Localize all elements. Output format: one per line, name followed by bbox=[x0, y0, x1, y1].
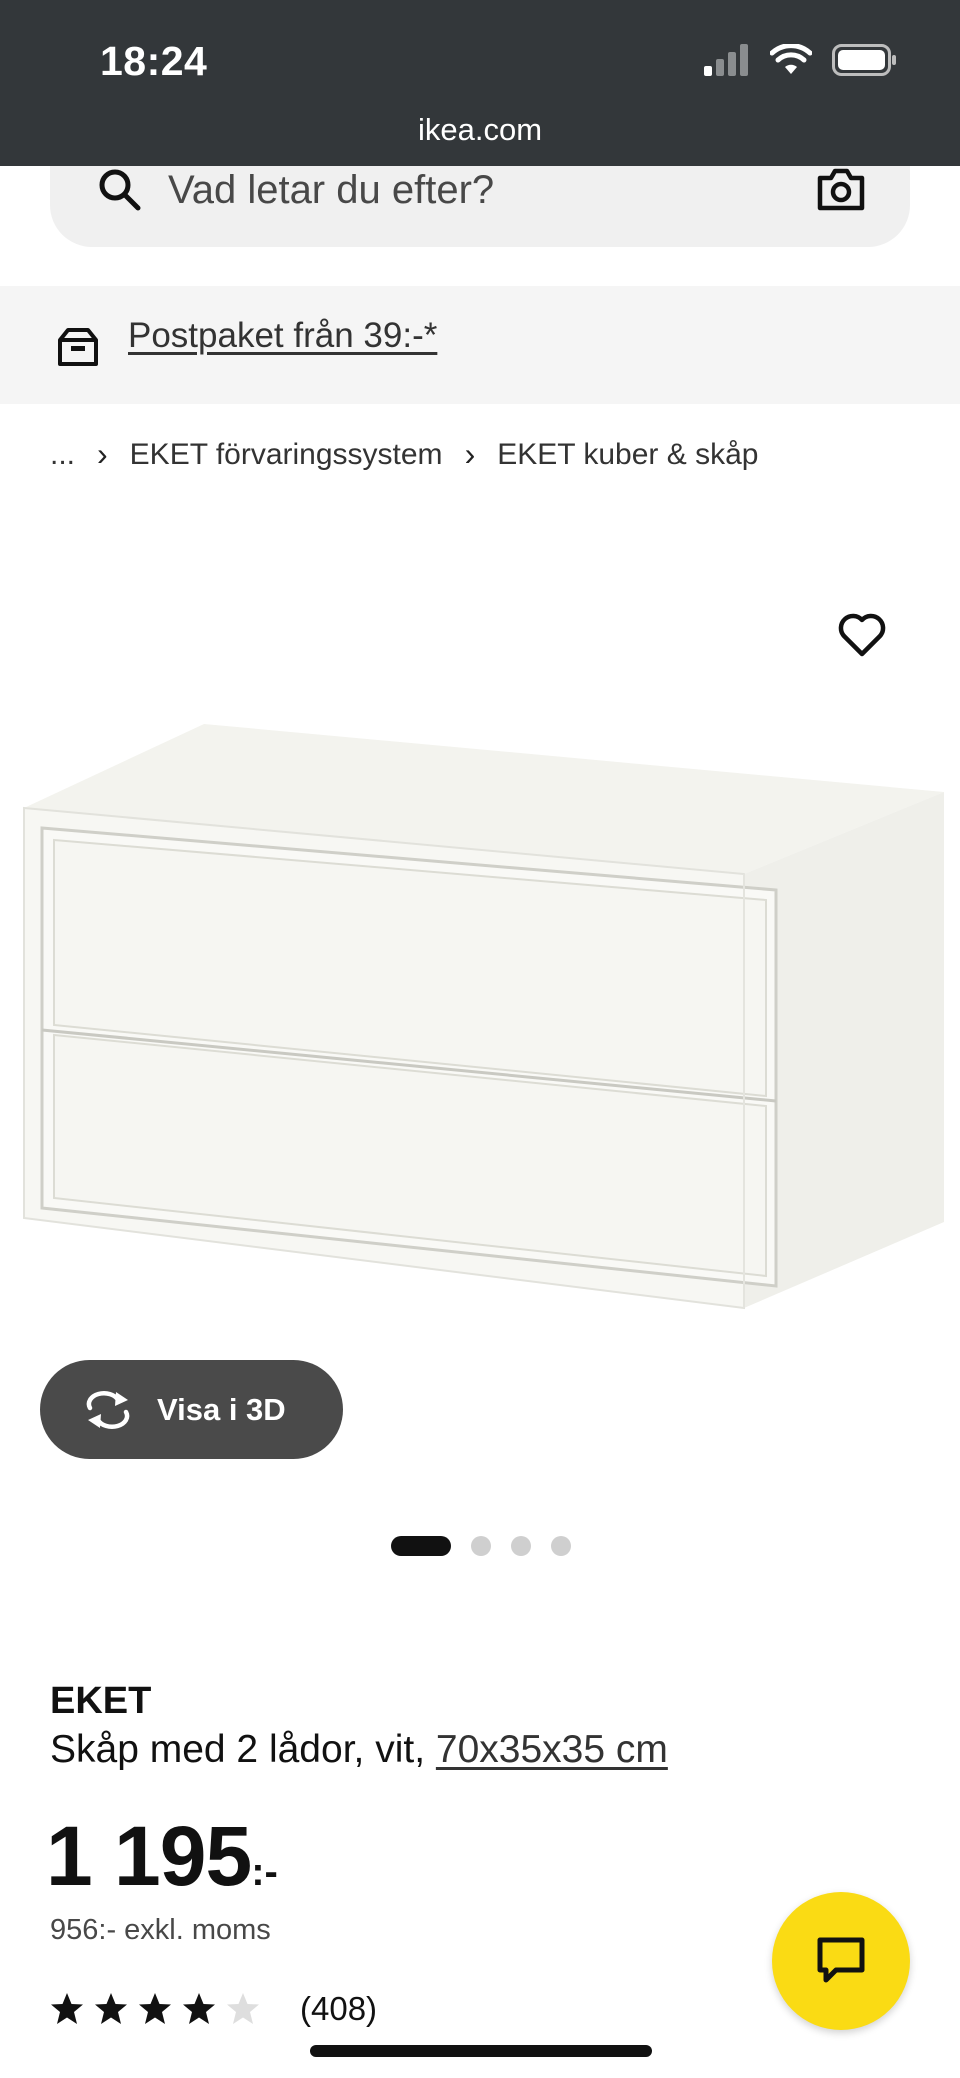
rotate-3d-icon bbox=[86, 1391, 130, 1429]
carousel-dot[interactable] bbox=[511, 1536, 531, 1556]
breadcrumb-item-eket-cubes[interactable]: EKET kuber & skåp bbox=[497, 438, 758, 472]
star-empty-icon bbox=[227, 1993, 259, 2024]
status-time: 18:24 bbox=[100, 38, 208, 84]
battery-icon bbox=[832, 44, 896, 76]
carousel-indicator bbox=[391, 1536, 571, 1556]
chat-icon bbox=[817, 1937, 865, 1983]
carousel-dot[interactable] bbox=[551, 1536, 571, 1556]
breadcrumb-item-eket-storage[interactable]: EKET förvaringssystem bbox=[130, 438, 443, 472]
search-icon[interactable] bbox=[96, 166, 142, 212]
price-suffix: :- bbox=[251, 1850, 278, 1894]
search-input[interactable]: Vad letar du efter? bbox=[168, 166, 494, 214]
chevron-right-icon: › bbox=[464, 436, 476, 472]
home-indicator[interactable] bbox=[310, 2045, 652, 2057]
product-image[interactable] bbox=[14, 700, 954, 1340]
review-count[interactable]: (408) bbox=[300, 1990, 377, 2028]
star-icon bbox=[183, 1993, 215, 2024]
product-name: EKET bbox=[50, 1680, 152, 1722]
url-bar[interactable]: ikea.com bbox=[0, 112, 960, 148]
star-icon bbox=[95, 1993, 127, 2024]
search-bar[interactable]: Vad letar du efter? bbox=[50, 166, 910, 247]
product-dimensions-link[interactable]: 70x35x35 cm bbox=[436, 1728, 668, 1771]
chat-button[interactable] bbox=[772, 1892, 910, 2030]
heart-icon[interactable] bbox=[838, 612, 886, 658]
star-icon bbox=[139, 1993, 171, 2024]
signal-icon bbox=[704, 44, 748, 76]
promo-link[interactable]: Postpaket från 39:-* bbox=[128, 316, 437, 356]
view-3d-label: Visa i 3D bbox=[157, 1392, 286, 1427]
star-icon bbox=[51, 1993, 83, 2024]
carousel-dot-active[interactable] bbox=[391, 1536, 451, 1556]
product-rating[interactable]: (408) bbox=[50, 1990, 377, 2028]
carousel-dot[interactable] bbox=[471, 1536, 491, 1556]
breadcrumb: ... › EKET förvaringssystem › EKET kuber… bbox=[50, 436, 758, 473]
breadcrumb-ellipsis[interactable]: ... bbox=[50, 438, 75, 472]
product-price: 1 195:- bbox=[46, 1808, 278, 1905]
product-description: Skåp med 2 lådor, vit, 70x35x35 cm bbox=[50, 1728, 668, 1772]
price-excl-vat: 956:- exkl. moms bbox=[50, 1914, 271, 1946]
camera-icon[interactable] bbox=[816, 166, 866, 212]
delivery-box-icon bbox=[58, 328, 98, 366]
wifi-icon bbox=[770, 44, 812, 74]
status-icons bbox=[704, 44, 898, 76]
view-3d-button[interactable]: Visa i 3D bbox=[40, 1360, 343, 1459]
status-bar: 18:24 ikea.com bbox=[0, 0, 960, 166]
promo-banner[interactable]: Postpaket från 39:-* bbox=[0, 286, 960, 404]
product-description-text: Skåp med 2 lådor, vit, bbox=[50, 1728, 436, 1771]
chevron-right-icon: › bbox=[97, 436, 108, 472]
price-amount: 1 195 bbox=[46, 1809, 252, 1903]
